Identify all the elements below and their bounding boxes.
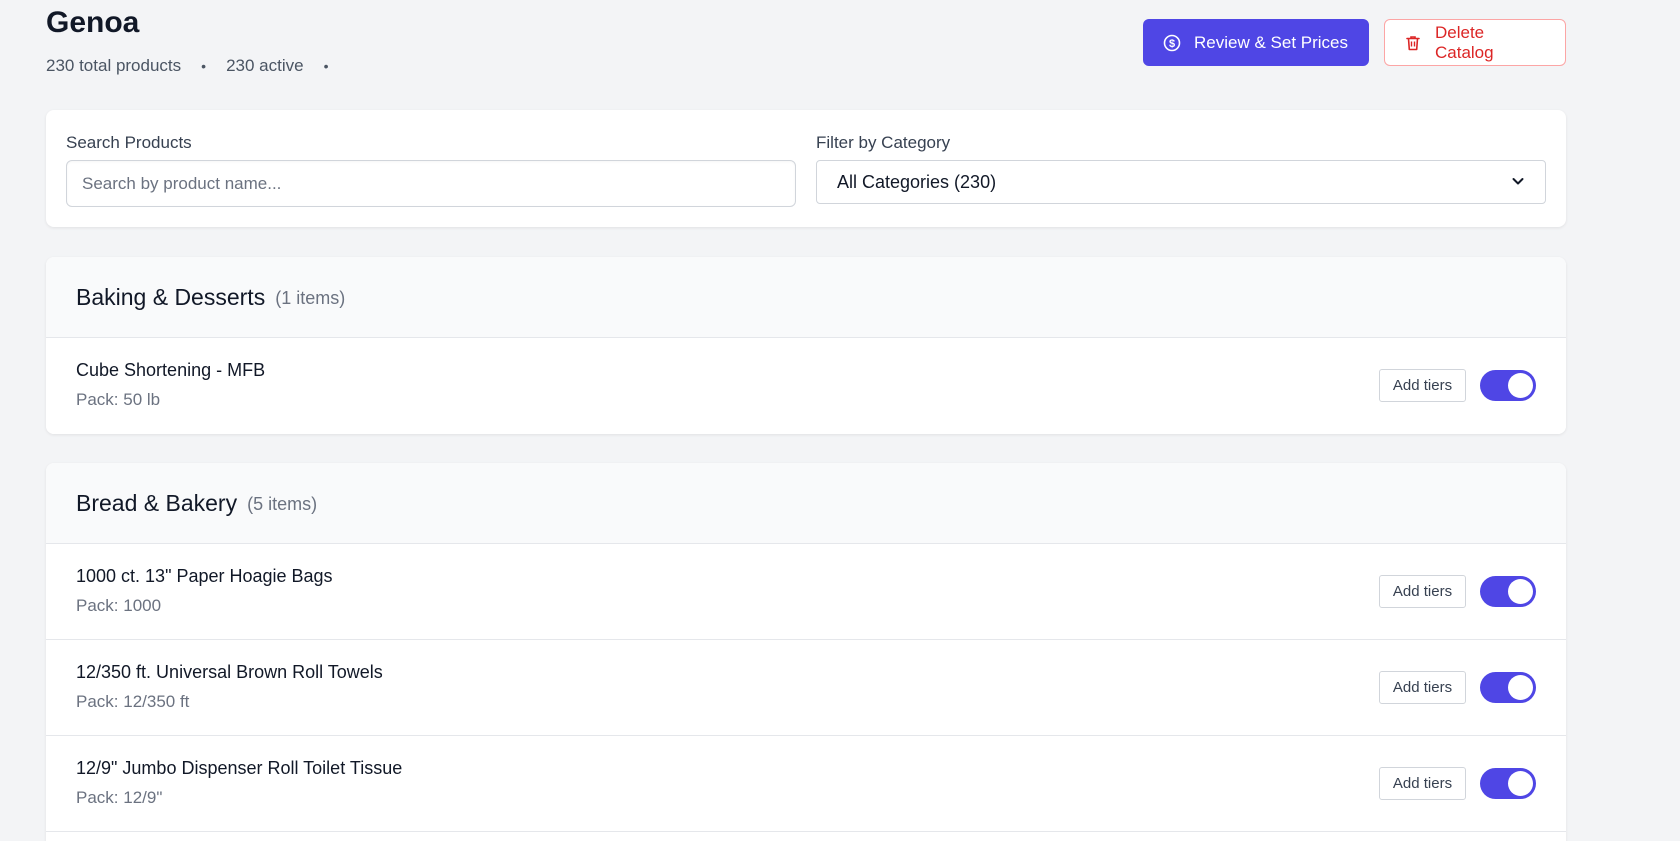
search-label: Search Products (66, 133, 192, 152)
delete-catalog-label: Delete Catalog (1435, 22, 1494, 62)
product-name: Cube Shortening - MFB (76, 360, 266, 380)
product-row: 12/9" Jumbo Dispenser Roll Toilet Tissue… (46, 736, 1566, 832)
product-row: 12/350 ft. Universal Brown Roll Towels P… (46, 640, 1566, 736)
add-tiers-button[interactable]: Add tiers (1379, 369, 1466, 402)
trash-icon (1403, 33, 1423, 53)
toggle-knob (1508, 675, 1533, 700)
toggle-knob (1508, 579, 1533, 604)
stats-separator: • (323, 58, 329, 74)
product-name: 12/350 ft. Universal Brown Roll Towels (76, 662, 383, 682)
product-pack: Pack: 12/350 ft (76, 692, 190, 711)
chevron-down-icon (1511, 172, 1525, 193)
header-actions: $ Review & Set Prices Delete Catalog (1143, 19, 1566, 66)
category-header: Baking & Desserts (1 items) (46, 257, 1566, 338)
product-active-toggle[interactable] (1480, 672, 1536, 703)
product-row: Cube Shortening - MFB Pack: 50 lb Add ti… (46, 338, 1566, 434)
category-item-count: (5 items) (247, 494, 318, 514)
product-row: 1000 ct. 13" Paper Hoagie Bags Pack: 100… (46, 544, 1566, 640)
product-pack: Pack: 1000 (76, 596, 162, 615)
total-products-count: 230 total products (46, 56, 182, 75)
catalog-stats: 230 total products • 230 active • (46, 56, 348, 76)
product-pack: Pack: 12/9" (76, 788, 163, 807)
category-item-count: (1 items) (275, 288, 346, 308)
stats-separator: • (201, 58, 207, 74)
product-pack: Pack: 50 lb (76, 390, 161, 409)
filter-panel: Search Products Filter by Category All C… (46, 110, 1566, 227)
toggle-knob (1508, 373, 1533, 398)
category-section-baking-desserts: Baking & Desserts (1 items) Cube Shorten… (46, 257, 1566, 434)
product-active-toggle[interactable] (1480, 370, 1536, 401)
category-select[interactable]: All Categories (230) (816, 160, 1546, 204)
toggle-knob (1508, 771, 1533, 796)
review-set-prices-button[interactable]: $ Review & Set Prices (1143, 19, 1369, 66)
add-tiers-button[interactable]: Add tiers (1379, 671, 1466, 704)
category-section-bread-bakery: Bread & Bakery (5 items) 1000 ct. 13" Pa… (46, 463, 1566, 841)
search-input[interactable] (66, 160, 796, 207)
svg-text:$: $ (1169, 38, 1175, 50)
category-selected-value: All Categories (230) (837, 171, 997, 192)
page-title: Genoa (46, 6, 140, 39)
category-title: Bread & Bakery (76, 489, 238, 516)
product-active-toggle[interactable] (1480, 576, 1536, 607)
delete-catalog-button[interactable]: Delete Catalog (1384, 19, 1566, 66)
category-filter-label: Filter by Category (816, 133, 951, 152)
page-header: Genoa 230 total products • 230 active • … (46, 0, 1566, 110)
product-name: 12/9" Jumbo Dispenser Roll Toilet Tissue (76, 758, 403, 778)
product-name: 1000 ct. 13" Paper Hoagie Bags (76, 566, 333, 586)
category-title: Baking & Desserts (76, 283, 266, 310)
category-header: Bread & Bakery (5 items) (46, 463, 1566, 544)
product-active-toggle[interactable] (1480, 768, 1536, 799)
add-tiers-button[interactable]: Add tiers (1379, 575, 1466, 608)
review-set-prices-label: Review & Set Prices (1194, 32, 1348, 52)
active-products-count: 230 active (226, 56, 304, 75)
catalog-page: Genoa 230 total products • 230 active • … (46, 0, 1566, 841)
add-tiers-button[interactable]: Add tiers (1379, 767, 1466, 800)
dollar-circle-icon: $ (1162, 33, 1182, 53)
